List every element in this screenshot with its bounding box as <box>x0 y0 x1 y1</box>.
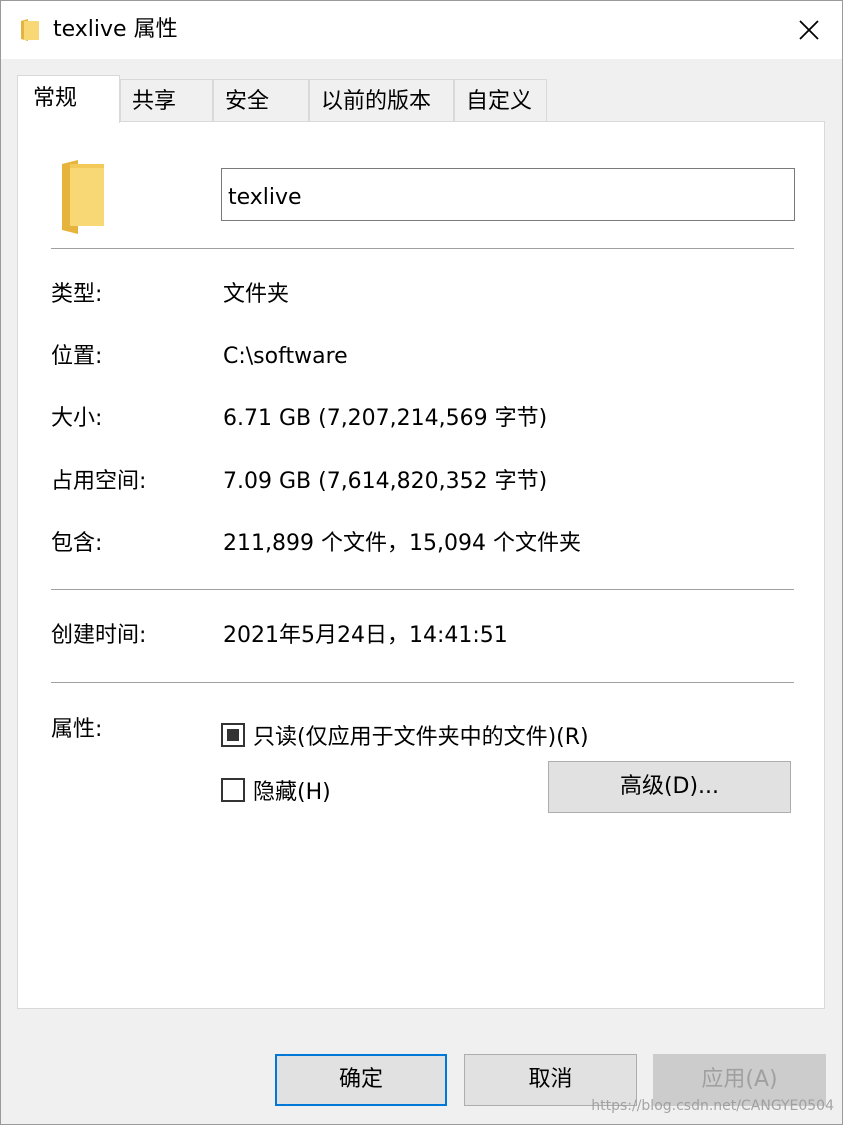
watermark: https://blog.csdn.net/CANGYE0504 <box>591 1098 834 1114</box>
divider <box>51 248 794 249</box>
size-value: 6.71 GB (7,207,214,569 字节) <box>223 406 548 431</box>
hidden-label: 隐藏(H) <box>253 780 331 805</box>
readonly-checkbox[interactable] <box>221 723 245 747</box>
close-icon <box>799 20 819 40</box>
folder-name-input[interactable] <box>221 168 795 221</box>
advanced-button[interactable]: 高级(D)... <box>548 761 791 813</box>
tab-customize[interactable]: 自定义 <box>454 79 547 121</box>
created-value: 2021年5月24日，14:41:51 <box>223 623 508 648</box>
properties-dialog: texlive 属性 常规 共享 安全 以前的版本 自定义 类型: 文件夹 位置… <box>0 0 843 1125</box>
close-button[interactable] <box>786 7 832 53</box>
hidden-checkbox-row[interactable]: 隐藏(H) <box>221 775 331 805</box>
contains-label: 包含: <box>51 531 103 556</box>
folder-icon <box>62 160 104 234</box>
window-title: texlive 属性 <box>53 17 178 42</box>
title-bar: texlive 属性 <box>1 1 842 59</box>
tab-previous-versions[interactable]: 以前的版本 <box>309 79 454 121</box>
hidden-checkbox[interactable] <box>221 778 245 802</box>
size-on-disk-value: 7.09 GB (7,614,820,352 字节) <box>223 469 548 494</box>
divider <box>51 682 794 683</box>
readonly-checkbox-row[interactable]: 只读(仅应用于文件夹中的文件)(R) <box>221 720 589 750</box>
readonly-label: 只读(仅应用于文件夹中的文件)(R) <box>253 725 589 750</box>
tab-security[interactable]: 安全 <box>213 79 309 121</box>
attributes-label: 属性: <box>51 717 103 742</box>
location-label: 位置: <box>51 344 103 369</box>
divider <box>51 589 794 590</box>
general-panel: 类型: 文件夹 位置: C:\software 大小: 6.71 GB (7,2… <box>17 121 825 1009</box>
contains-value: 211,899 个文件，15,094 个文件夹 <box>223 531 581 556</box>
tab-sharing[interactable]: 共享 <box>120 79 213 121</box>
location-value: C:\software <box>223 344 348 369</box>
size-on-disk-label: 占用空间: <box>51 469 147 494</box>
type-label: 类型: <box>51 282 103 307</box>
tab-general[interactable]: 常规 <box>17 75 120 123</box>
type-value: 文件夹 <box>223 282 290 307</box>
size-label: 大小: <box>51 406 103 431</box>
ok-button[interactable]: 确定 <box>275 1054 447 1106</box>
folder-icon <box>21 19 39 41</box>
created-label: 创建时间: <box>51 623 147 648</box>
